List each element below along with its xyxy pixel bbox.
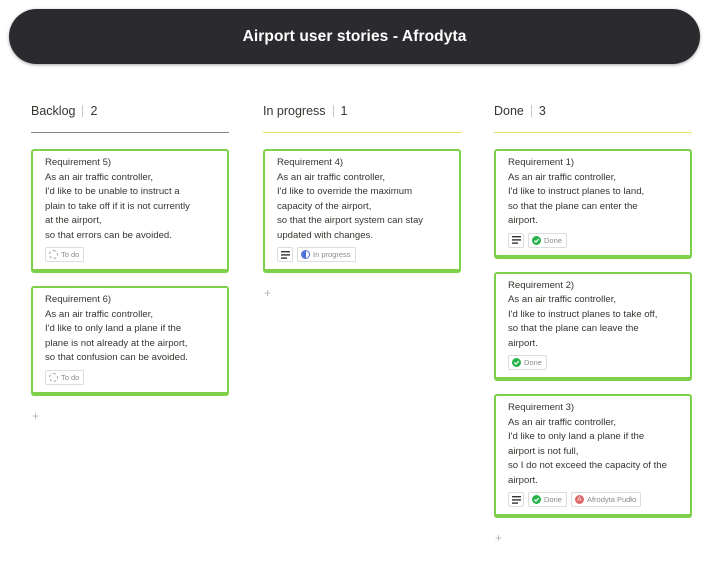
assignee-tag: A Afrodyta Pudło: [570, 492, 642, 507]
avatar: A: [574, 495, 584, 504]
card[interactable]: Requirement 4) As an air traffic control…: [263, 149, 461, 273]
column-count: 3: [538, 104, 546, 118]
column-header[interactable]: Backlog 2: [31, 100, 229, 122]
column-name: Done: [494, 104, 524, 118]
card-title: Requirement 6): [45, 294, 112, 305]
column-backlog: Backlog 2 Requirement 5) As an air traff…: [31, 100, 229, 423]
card-properties: Done: [508, 355, 679, 370]
assignee-name: Afrodyta Pudło: [586, 495, 637, 504]
card-text: As an air traffic controller, I'd like t…: [277, 171, 424, 241]
board-title: Airport user stories - Afrodyta: [242, 27, 467, 45]
column-header[interactable]: Done 3: [494, 100, 692, 122]
description-icon[interactable]: [277, 247, 293, 262]
card-properties: In progress: [277, 247, 448, 262]
todo-status-icon: [49, 250, 58, 259]
card[interactable]: Requirement 3) As an air traffic control…: [494, 394, 692, 518]
status-label: In progress: [313, 250, 351, 259]
card-properties: Done A Afrodyta Pudło: [508, 492, 679, 507]
status-tag: Done: [528, 232, 567, 248]
description-icon[interactable]: [508, 232, 524, 248]
card[interactable]: Requirement 5) As an air traffic control…: [31, 149, 229, 273]
card-text: As an air traffic controller, I'd like t…: [45, 308, 188, 364]
column-name: In progress: [263, 104, 326, 118]
card-title: Requirement 5): [45, 157, 112, 168]
status-tag: To do: [45, 247, 85, 262]
column-name: Backlog: [31, 104, 76, 118]
card-properties: Done: [508, 232, 679, 248]
column-count: 1: [340, 104, 348, 118]
card-title: Requirement 3): [508, 402, 575, 413]
column-in-progress: In progress 1 Requirement 4) As an air t…: [263, 100, 461, 300]
column-underline: [494, 132, 692, 133]
column-underline: [31, 132, 229, 133]
done-check-icon: [532, 495, 541, 504]
card-title: Requirement 2): [508, 279, 575, 291]
column-divider: [82, 105, 84, 117]
status-tag: Done: [528, 492, 567, 507]
todo-status-icon: [49, 372, 58, 382]
card-properties: To do: [45, 247, 216, 262]
card-properties: To do: [45, 369, 216, 385]
in-progress-status-icon: [301, 250, 310, 259]
add-card-button[interactable]: +: [495, 531, 505, 545]
column-header[interactable]: In progress 1: [263, 100, 461, 122]
status-tag: Done: [508, 355, 547, 370]
column-divider: [332, 105, 334, 117]
card-text: As an air traffic controller, I'd like t…: [45, 171, 190, 241]
description-icon[interactable]: [508, 492, 524, 507]
column-divider: [530, 105, 532, 117]
card-text: As an air traffic controller, I'd like t…: [508, 416, 667, 486]
add-card-button[interactable]: +: [264, 286, 274, 300]
status-label: Done: [544, 495, 562, 504]
status-tag: To do: [45, 369, 85, 385]
column-underline: [263, 132, 461, 133]
board-header: Airport user stories - Afrodyta: [9, 9, 700, 64]
card-text: As an air traffic controller, I'd like t…: [508, 171, 645, 227]
card-text: As an air traffic controller, I'd like t…: [508, 294, 658, 349]
add-card-button[interactable]: +: [32, 409, 42, 423]
done-check-icon: [512, 358, 521, 367]
status-label: Done: [524, 358, 542, 367]
card-title: Requirement 4): [277, 157, 344, 168]
status-tag: In progress: [297, 247, 356, 262]
done-check-icon: [532, 235, 541, 245]
status-label: Done: [544, 235, 562, 245]
column-count: 2: [90, 104, 98, 118]
card[interactable]: Requirement 2) As an air traffic control…: [494, 271, 692, 381]
column-done: Done 3 Requirement 1) As an air traffic …: [494, 100, 692, 545]
card[interactable]: Requirement 1) As an air traffic control…: [494, 149, 692, 259]
card[interactable]: Requirement 6) As an air traffic control…: [31, 286, 229, 396]
status-label: To do: [61, 250, 80, 259]
status-label: To do: [61, 372, 80, 382]
card-title: Requirement 1): [508, 157, 575, 168]
